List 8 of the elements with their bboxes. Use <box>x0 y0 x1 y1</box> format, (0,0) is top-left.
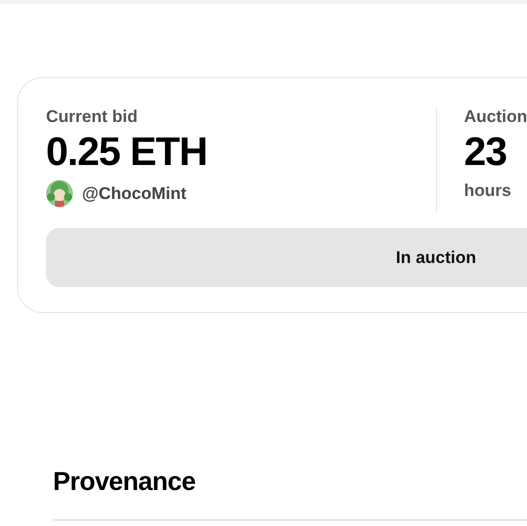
auction-status-button[interactable]: In auction <box>46 228 527 287</box>
auction-label: Auction <box>464 106 527 128</box>
bid-amount: 0.25 ETH <box>46 129 208 176</box>
auction-time: 23 <box>464 129 508 176</box>
provenance-heading: Provenance <box>53 465 196 497</box>
bid-label: Current bid <box>46 106 139 128</box>
auction-unit: hours <box>464 180 512 202</box>
bidder-handle[interactable]: @ChocoMint <box>82 180 186 206</box>
